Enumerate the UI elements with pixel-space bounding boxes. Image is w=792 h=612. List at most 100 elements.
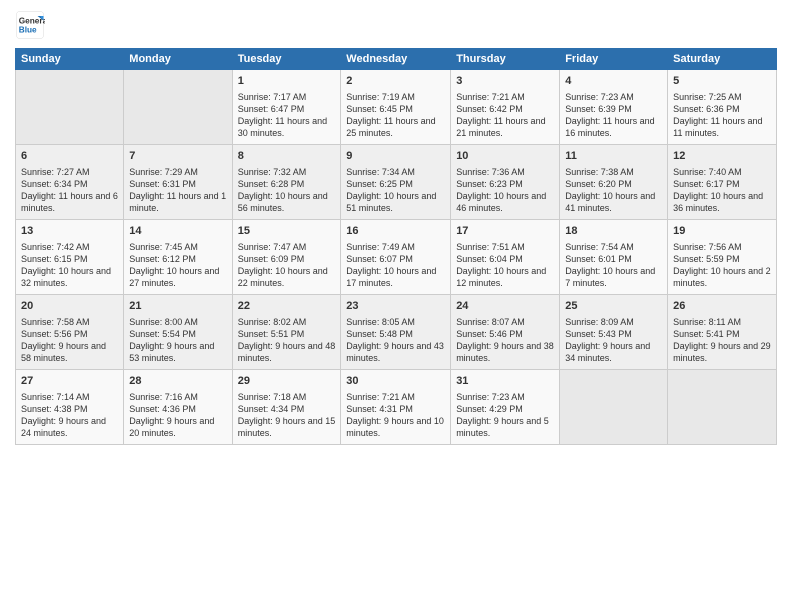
day-info: Sunset: 5:51 PM xyxy=(238,328,336,340)
day-info: Daylight: 10 hours and 17 minutes. xyxy=(346,265,445,289)
day-info: Daylight: 10 hours and 2 minutes. xyxy=(673,265,771,289)
day-info: Sunrise: 8:09 AM xyxy=(565,316,662,328)
calendar-cell: 30Sunrise: 7:21 AMSunset: 4:31 PMDayligh… xyxy=(341,370,451,445)
day-number: 21 xyxy=(129,299,226,314)
week-row-4: 20Sunrise: 7:58 AMSunset: 5:56 PMDayligh… xyxy=(16,295,777,370)
day-info: Daylight: 11 hours and 30 minutes. xyxy=(238,115,336,139)
day-info: Sunset: 6:25 PM xyxy=(346,178,445,190)
day-info: Sunset: 5:56 PM xyxy=(21,328,118,340)
calendar-cell: 2Sunrise: 7:19 AMSunset: 6:45 PMDaylight… xyxy=(341,70,451,145)
day-info: Sunrise: 7:21 AM xyxy=(456,91,554,103)
col-header-friday: Friday xyxy=(560,49,668,70)
day-info: Sunset: 6:36 PM xyxy=(673,103,771,115)
calendar-cell: 24Sunrise: 8:07 AMSunset: 5:46 PMDayligh… xyxy=(451,295,560,370)
col-header-sunday: Sunday xyxy=(16,49,124,70)
svg-text:Blue: Blue xyxy=(19,26,37,35)
calendar-cell: 26Sunrise: 8:11 AMSunset: 5:41 PMDayligh… xyxy=(668,295,777,370)
day-info: Daylight: 10 hours and 36 minutes. xyxy=(673,190,771,214)
day-info: Sunset: 4:38 PM xyxy=(21,403,118,415)
day-info: Daylight: 9 hours and 29 minutes. xyxy=(673,340,771,364)
day-info: Sunrise: 7:38 AM xyxy=(565,166,662,178)
calendar-cell: 21Sunrise: 8:00 AMSunset: 5:54 PMDayligh… xyxy=(124,295,232,370)
day-info: Sunrise: 7:14 AM xyxy=(21,391,118,403)
day-info: Daylight: 10 hours and 56 minutes. xyxy=(238,190,336,214)
day-info: Daylight: 9 hours and 10 minutes. xyxy=(346,415,445,439)
day-number: 28 xyxy=(129,374,226,389)
day-info: Daylight: 10 hours and 12 minutes. xyxy=(456,265,554,289)
day-info: Sunrise: 7:16 AM xyxy=(129,391,226,403)
day-info: Daylight: 9 hours and 15 minutes. xyxy=(238,415,336,439)
day-number: 31 xyxy=(456,374,554,389)
day-info: Sunset: 4:29 PM xyxy=(456,403,554,415)
day-info: Sunset: 6:47 PM xyxy=(238,103,336,115)
col-header-wednesday: Wednesday xyxy=(341,49,451,70)
col-header-saturday: Saturday xyxy=(668,49,777,70)
calendar-cell: 12Sunrise: 7:40 AMSunset: 6:17 PMDayligh… xyxy=(668,145,777,220)
week-row-1: 1Sunrise: 7:17 AMSunset: 6:47 PMDaylight… xyxy=(16,70,777,145)
col-header-monday: Monday xyxy=(124,49,232,70)
calendar-cell: 15Sunrise: 7:47 AMSunset: 6:09 PMDayligh… xyxy=(232,220,341,295)
day-info: Sunrise: 7:23 AM xyxy=(456,391,554,403)
day-number: 29 xyxy=(238,374,336,389)
day-number: 14 xyxy=(129,224,226,239)
day-info: Sunset: 5:43 PM xyxy=(565,328,662,340)
col-header-thursday: Thursday xyxy=(451,49,560,70)
day-info: Daylight: 10 hours and 27 minutes. xyxy=(129,265,226,289)
day-info: Sunset: 6:17 PM xyxy=(673,178,771,190)
day-info: Sunrise: 7:51 AM xyxy=(456,241,554,253)
day-info: Sunrise: 7:19 AM xyxy=(346,91,445,103)
week-row-2: 6Sunrise: 7:27 AMSunset: 6:34 PMDaylight… xyxy=(16,145,777,220)
calendar-cell: 23Sunrise: 8:05 AMSunset: 5:48 PMDayligh… xyxy=(341,295,451,370)
day-info: Sunrise: 7:25 AM xyxy=(673,91,771,103)
calendar-cell: 6Sunrise: 7:27 AMSunset: 6:34 PMDaylight… xyxy=(16,145,124,220)
day-info: Daylight: 9 hours and 43 minutes. xyxy=(346,340,445,364)
calendar-cell: 16Sunrise: 7:49 AMSunset: 6:07 PMDayligh… xyxy=(341,220,451,295)
day-number: 19 xyxy=(673,224,771,239)
calendar-body: 1Sunrise: 7:17 AMSunset: 6:47 PMDaylight… xyxy=(16,70,777,445)
calendar-container: General Blue SundayMondayTuesdayWednesda… xyxy=(0,0,792,455)
day-info: Daylight: 9 hours and 38 minutes. xyxy=(456,340,554,364)
day-info: Sunset: 5:59 PM xyxy=(673,253,771,265)
day-info: Sunrise: 7:17 AM xyxy=(238,91,336,103)
day-info: Sunset: 5:54 PM xyxy=(129,328,226,340)
day-info: Sunset: 4:36 PM xyxy=(129,403,226,415)
day-number: 20 xyxy=(21,299,118,314)
day-number: 30 xyxy=(346,374,445,389)
day-info: Sunrise: 7:36 AM xyxy=(456,166,554,178)
day-info: Daylight: 11 hours and 16 minutes. xyxy=(565,115,662,139)
day-info: Sunrise: 8:02 AM xyxy=(238,316,336,328)
day-info: Sunrise: 7:29 AM xyxy=(129,166,226,178)
day-info: Sunset: 6:42 PM xyxy=(456,103,554,115)
day-number: 25 xyxy=(565,299,662,314)
day-info: Sunrise: 7:56 AM xyxy=(673,241,771,253)
day-number: 23 xyxy=(346,299,445,314)
day-info: Sunset: 6:28 PM xyxy=(238,178,336,190)
day-info: Daylight: 10 hours and 46 minutes. xyxy=(456,190,554,214)
calendar-cell: 4Sunrise: 7:23 AMSunset: 6:39 PMDaylight… xyxy=(560,70,668,145)
day-info: Sunrise: 8:11 AM xyxy=(673,316,771,328)
day-info: Sunrise: 7:32 AM xyxy=(238,166,336,178)
day-number: 10 xyxy=(456,149,554,164)
calendar-cell: 22Sunrise: 8:02 AMSunset: 5:51 PMDayligh… xyxy=(232,295,341,370)
calendar-cell: 29Sunrise: 7:18 AMSunset: 4:34 PMDayligh… xyxy=(232,370,341,445)
day-info: Sunset: 6:39 PM xyxy=(565,103,662,115)
calendar-cell: 8Sunrise: 7:32 AMSunset: 6:28 PMDaylight… xyxy=(232,145,341,220)
day-info: Sunset: 6:07 PM xyxy=(346,253,445,265)
day-info: Sunrise: 8:00 AM xyxy=(129,316,226,328)
calendar-cell: 14Sunrise: 7:45 AMSunset: 6:12 PMDayligh… xyxy=(124,220,232,295)
day-info: Sunrise: 7:27 AM xyxy=(21,166,118,178)
day-number: 7 xyxy=(129,149,226,164)
day-info: Daylight: 10 hours and 7 minutes. xyxy=(565,265,662,289)
calendar-cell: 17Sunrise: 7:51 AMSunset: 6:04 PMDayligh… xyxy=(451,220,560,295)
col-header-tuesday: Tuesday xyxy=(232,49,341,70)
calendar-header-row: SundayMondayTuesdayWednesdayThursdayFrid… xyxy=(16,49,777,70)
day-info: Sunset: 4:31 PM xyxy=(346,403,445,415)
calendar-cell: 7Sunrise: 7:29 AMSunset: 6:31 PMDaylight… xyxy=(124,145,232,220)
day-info: Sunset: 6:23 PM xyxy=(456,178,554,190)
calendar-cell: 18Sunrise: 7:54 AMSunset: 6:01 PMDayligh… xyxy=(560,220,668,295)
day-info: Daylight: 9 hours and 20 minutes. xyxy=(129,415,226,439)
day-info: Sunset: 4:34 PM xyxy=(238,403,336,415)
day-info: Sunrise: 7:47 AM xyxy=(238,241,336,253)
day-info: Sunrise: 7:34 AM xyxy=(346,166,445,178)
day-info: Sunset: 6:09 PM xyxy=(238,253,336,265)
